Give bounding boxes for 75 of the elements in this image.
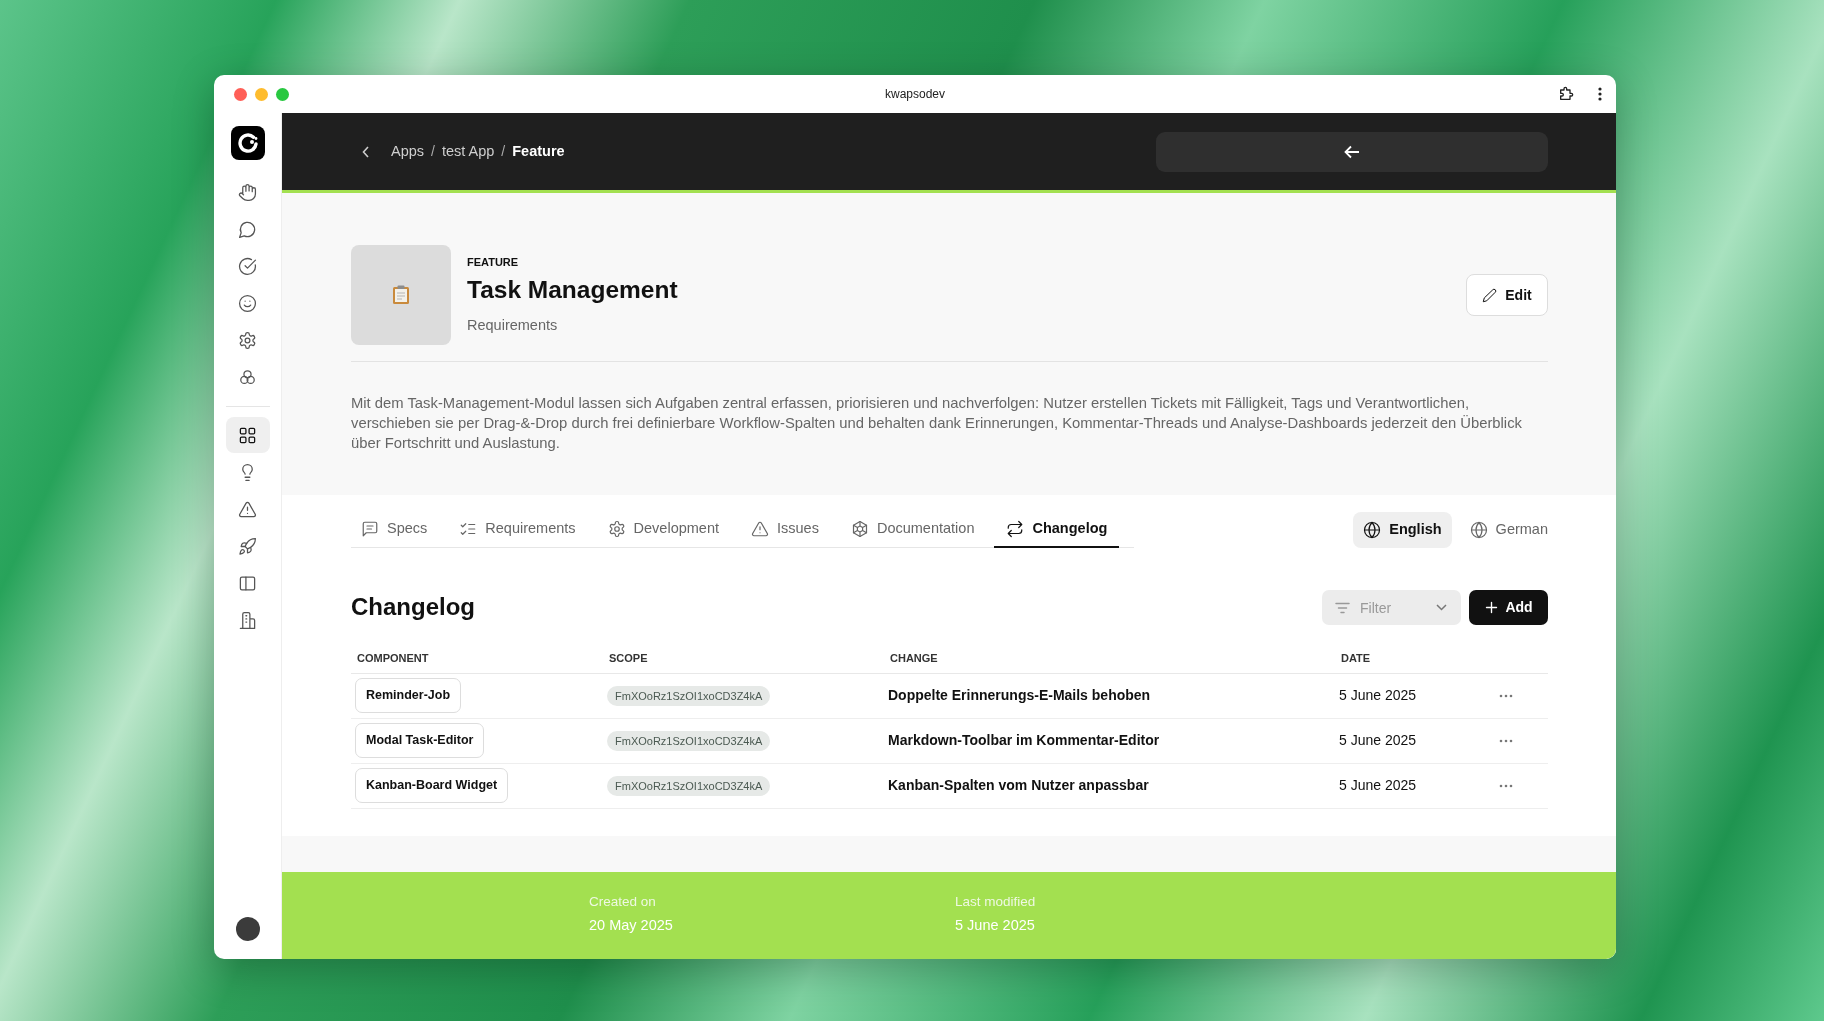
logo-icon[interactable] [230,126,265,160]
tab[interactable]: Issues [739,512,831,548]
table-cell: Kanban-Spalten vom Nutzer anpassbar [884,763,1335,808]
footer-label: Last modified [955,893,1036,911]
add-button[interactable]: Add [1469,590,1548,625]
section-title: Changelog [351,593,475,622]
chevron-down-icon [1436,604,1447,611]
filter-icon [1335,602,1350,614]
table-cell: 5 June 2025 [1335,673,1495,718]
checklist-icon [459,520,478,538]
window-title: kwapsodev [884,87,945,101]
column-header: DATE [1335,643,1495,673]
globe-icon [1363,521,1382,539]
feature-description: Mit dem Task-Management-Modul lassen sich Aufgaben zentral erfassen, priorisieren und nachverfolgen: Nutzer erstellen Tickets mit Fälligkeit, Tags und Verantwortlichen, verschieben sie per Drag-&-Drop durch frei definierbare Workflow-Spalten und behalten dank Erinnerungen, Kommentar-Threads und Analyse-Dashboards jederzeit den Überblick über Fortschritt und Auslastung. [351,394,1523,453]
component-tag: Kanban-Board Widget [355,768,509,803]
component-tag: Modal Task-Editor [355,723,485,758]
feature-kicker: FEATURE [467,254,520,270]
edit-button[interactable]: Edit [1466,274,1548,316]
breadcrumb-separator: / [431,142,435,161]
tab[interactable]: Development [595,512,731,548]
footer-value: 5 June 2025 [955,916,1035,936]
clipboard-icon [392,285,410,305]
close-button[interactable] [234,87,247,101]
tab[interactable]: Specs [351,512,440,548]
table-cell: Doppelte Erinnerungs-E-Mails behoben [884,673,1335,718]
avatar[interactable] [235,917,260,941]
grid-icon [238,425,257,445]
smiley-icon [238,293,257,313]
breadcrumb-link[interactable]: Apps [391,140,425,163]
arrow-left-icon [1344,144,1360,159]
chat-bubble-icon [238,219,257,239]
table-cell: 5 June 2025 [1335,763,1495,808]
settings-icon [607,520,626,538]
component-tag: Reminder-Job [355,678,462,713]
settings-icon [238,330,257,350]
scope-badge: FmXOoRz1SzOI1xoCD3Z4kA [607,730,771,752]
hand-icon [238,182,257,202]
language-toggle[interactable]: English [1353,512,1452,548]
circles-icon [238,367,257,387]
table-cell: Markdown-Toolbar im Kommentar-Editor [884,718,1335,763]
tab[interactable]: Requirements [447,512,588,548]
message-icon [361,520,379,538]
column-header: SCOPE [603,643,884,673]
rocket-icon [238,536,257,556]
breadcrumb-separator: / [501,142,506,161]
feature-subtitle: Requirements [467,315,559,335]
scope-badge: FmXOoRz1SzOI1xoCD3Z4kA [607,775,771,797]
scope-badge: FmXOoRz1SzOI1xoCD3Z4kA [607,685,771,707]
sidebar-item[interactable] [225,417,270,453]
filter-dropdown[interactable]: Filter [1322,590,1461,625]
tab[interactable]: Documentation [838,512,987,548]
repeat-icon [1006,520,1025,538]
building-icon [238,610,257,630]
pencil-icon [1482,287,1498,303]
feature-title: Task Management [467,275,678,305]
plus-icon [1484,600,1500,615]
warning-icon [751,520,769,538]
footer-label: Created on [589,893,656,911]
chevron-left-icon[interactable] [362,145,370,158]
column-header: CHANGE [884,643,1335,673]
language-toggle[interactable]: German [1459,512,1558,548]
more-button[interactable] [1499,738,1513,743]
breadcrumb-link[interactable]: test App [441,140,495,163]
tab[interactable]: Changelog [994,512,1120,548]
more-button[interactable] [1499,783,1513,788]
check-circle-icon [238,256,257,276]
table-cell: 5 June 2025 [1335,718,1495,763]
more-button[interactable] [1499,693,1513,698]
footer-value: 20 May 2025 [589,916,673,936]
aperture-icon [850,520,869,538]
column-header: COMPONENT [351,643,603,673]
puzzle-icon[interactable] [1558,86,1574,102]
globe-icon [1469,521,1488,539]
more-vertical-icon[interactable] [1598,87,1602,101]
warning-icon [238,499,257,519]
